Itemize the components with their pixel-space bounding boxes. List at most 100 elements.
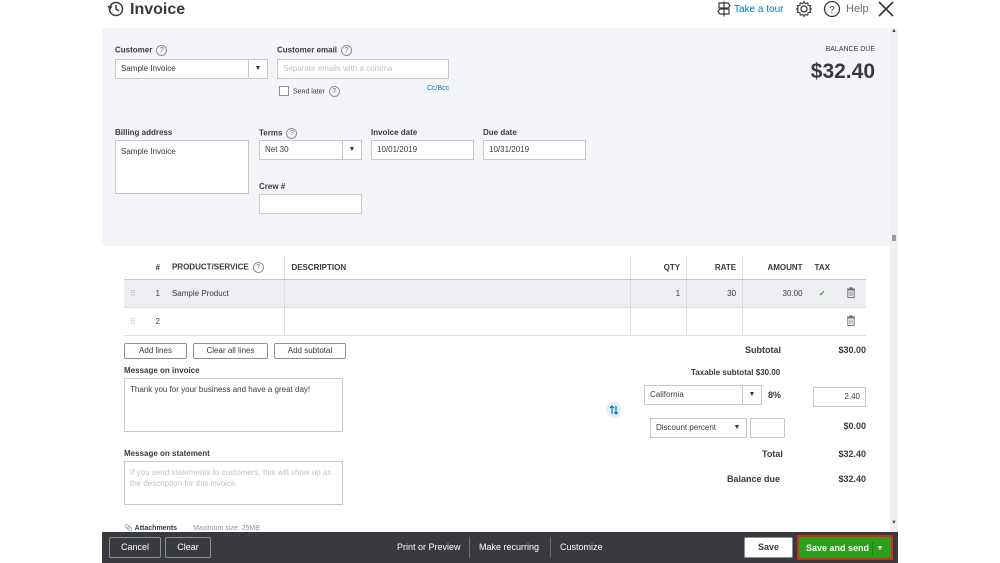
rate-cell[interactable] [686, 307, 743, 336]
svg-text:?: ? [829, 5, 835, 16]
row-number: 2 [141, 307, 166, 336]
trash-icon[interactable] [846, 287, 856, 298]
history-icon[interactable] [107, 0, 125, 18]
help-icon[interactable]: ? [328, 86, 340, 97]
scroll-down-icon[interactable]: ▼ [890, 520, 898, 530]
chevron-down-icon[interactable]: ▼ [872, 542, 887, 555]
due-date-input[interactable]: 10/31/2019 [483, 140, 586, 160]
signpost-icon[interactable] [716, 1, 732, 17]
drag-column-header [124, 256, 142, 280]
line-items-table: # PRODUCT/SERVICE? DESCRIPTION QTY RATE … [124, 256, 866, 336]
title-bar: Invoice Take a tour ? Help [102, 0, 898, 24]
help-icon[interactable]: ? [286, 128, 298, 139]
close-icon[interactable] [876, 0, 896, 19]
save-button[interactable]: Save [744, 537, 793, 558]
amount-cell[interactable]: 30.00 [742, 279, 809, 308]
take-tour-link[interactable]: Take a tour [734, 4, 783, 15]
column-header-qty: QTY [630, 256, 687, 280]
total-value: $32.40 [838, 449, 866, 459]
subtotal-label: Subtotal [745, 345, 781, 355]
terms-value: Net 30 [265, 145, 289, 154]
message-on-invoice-input[interactable]: Thank you for your business and have a g… [124, 378, 343, 432]
chevron-down-icon[interactable]: ▼ [728, 419, 746, 437]
product-cell[interactable]: Sample Product [165, 279, 285, 308]
table-row[interactable]: ⠿ 2 [124, 307, 866, 336]
description-cell[interactable] [284, 307, 631, 336]
print-preview-link[interactable]: Print or Preview [397, 542, 461, 552]
trash-icon[interactable] [846, 315, 856, 326]
message-on-statement-input[interactable]: If you send statements to customers, thi… [124, 461, 343, 505]
send-later-checkbox[interactable] [279, 86, 289, 96]
column-header-product: PRODUCT/SERVICE? [165, 256, 285, 280]
help-icon[interactable]: ? [252, 262, 264, 273]
crew-input[interactable] [259, 194, 362, 214]
table-row[interactable]: ⠿ 1 Sample Product 1 30 30.00 ✓ [124, 279, 866, 308]
amount-cell[interactable] [742, 307, 809, 336]
tax-rate: 8% [768, 390, 782, 400]
column-header-rate: RATE [686, 256, 743, 280]
tax-region-select[interactable]: California ▼ [644, 385, 762, 405]
tax-amount-input[interactable]: 2.40 [813, 387, 866, 407]
balance-due-label: BALANCE DUE [825, 46, 875, 53]
tax-cell[interactable]: ✓ [808, 279, 836, 308]
table-header-row: # PRODUCT/SERVICE? DESCRIPTION QTY RATE … [124, 256, 866, 280]
customize-link[interactable]: Customize [560, 542, 603, 552]
make-recurring-link[interactable]: Make recurring [479, 542, 539, 552]
cancel-button[interactable]: Cancel [109, 537, 161, 558]
chevron-down-icon[interactable]: ▼ [342, 141, 361, 159]
balance-due-footer-value: $32.40 [838, 474, 866, 484]
cc-bcc-link[interactable]: Cc/Bcc [427, 85, 449, 92]
attachments-row: 📎 Attachments Maximum size: 25MB [124, 524, 260, 532]
delete-column-header [835, 256, 866, 280]
column-header-tax: TAX [808, 256, 836, 280]
help-icon[interactable]: ? [823, 0, 841, 18]
message-on-invoice-label: Message on invoice [124, 366, 200, 375]
customer-select[interactable]: Sample Invoice ▼ [115, 59, 268, 79]
rate-cell[interactable]: 30 [686, 279, 743, 308]
help-link[interactable]: Help [846, 3, 869, 15]
tax-region-value: California [650, 390, 684, 399]
send-later-label: Send later? [293, 86, 340, 97]
chevron-down-icon[interactable]: ▼ [742, 386, 761, 404]
description-cell[interactable] [284, 279, 631, 308]
save-and-send-button[interactable]: Save and send ▼ [797, 535, 893, 560]
help-icon[interactable]: ? [341, 45, 353, 56]
attachments-label: Attachments [134, 525, 178, 532]
discount-type-select[interactable]: Discount percent ▼ [650, 418, 747, 438]
add-subtotal-button[interactable]: Add subtotal [274, 343, 346, 359]
chevron-down-icon[interactable]: ▼ [248, 60, 267, 78]
swap-order-icon[interactable] [606, 402, 622, 418]
balance-due-footer-label: Balance due [727, 474, 781, 484]
discount-type-value: Discount percent [656, 423, 717, 432]
customer-email-label: Customer email? [277, 45, 353, 56]
discount-input[interactable] [750, 418, 785, 438]
delete-cell[interactable] [835, 307, 866, 336]
terms-label: Terms? [259, 128, 298, 139]
qty-cell[interactable] [630, 307, 687, 336]
clear-button[interactable]: Clear [165, 537, 211, 558]
total-label: Total [762, 449, 783, 459]
footer-divider [550, 537, 551, 558]
tax-cell[interactable] [808, 307, 836, 336]
footer-divider [469, 537, 470, 558]
clear-all-lines-button[interactable]: Clear all lines [193, 343, 268, 359]
scrollbar[interactable] [890, 28, 898, 532]
qty-cell[interactable]: 1 [630, 279, 687, 308]
page-title: Invoice [130, 1, 186, 18]
invoice-date-input[interactable]: 10/01/2019 [371, 140, 474, 160]
delete-cell[interactable] [835, 279, 866, 308]
message-on-statement-label: Message on statement [124, 449, 210, 458]
customer-email-input[interactable]: Separate emails with a comma [277, 59, 449, 79]
billing-address-input[interactable]: Sample Invoice [115, 140, 249, 194]
scroll-up-icon[interactable]: ▲ [890, 28, 898, 38]
drag-handle-icon[interactable]: ⠿ [124, 279, 142, 308]
terms-select[interactable]: Net 30 ▼ [259, 140, 362, 160]
add-lines-button[interactable]: Add lines [124, 343, 187, 359]
drag-handle-icon[interactable]: ⠿ [124, 307, 142, 336]
save-and-send-label: Save and send [806, 543, 870, 553]
scrollbar-thumb[interactable] [892, 235, 896, 241]
product-cell[interactable] [165, 307, 285, 336]
checkmark-icon: ✓ [818, 289, 826, 298]
help-icon[interactable]: ? [156, 45, 168, 56]
gear-icon[interactable] [795, 0, 813, 18]
